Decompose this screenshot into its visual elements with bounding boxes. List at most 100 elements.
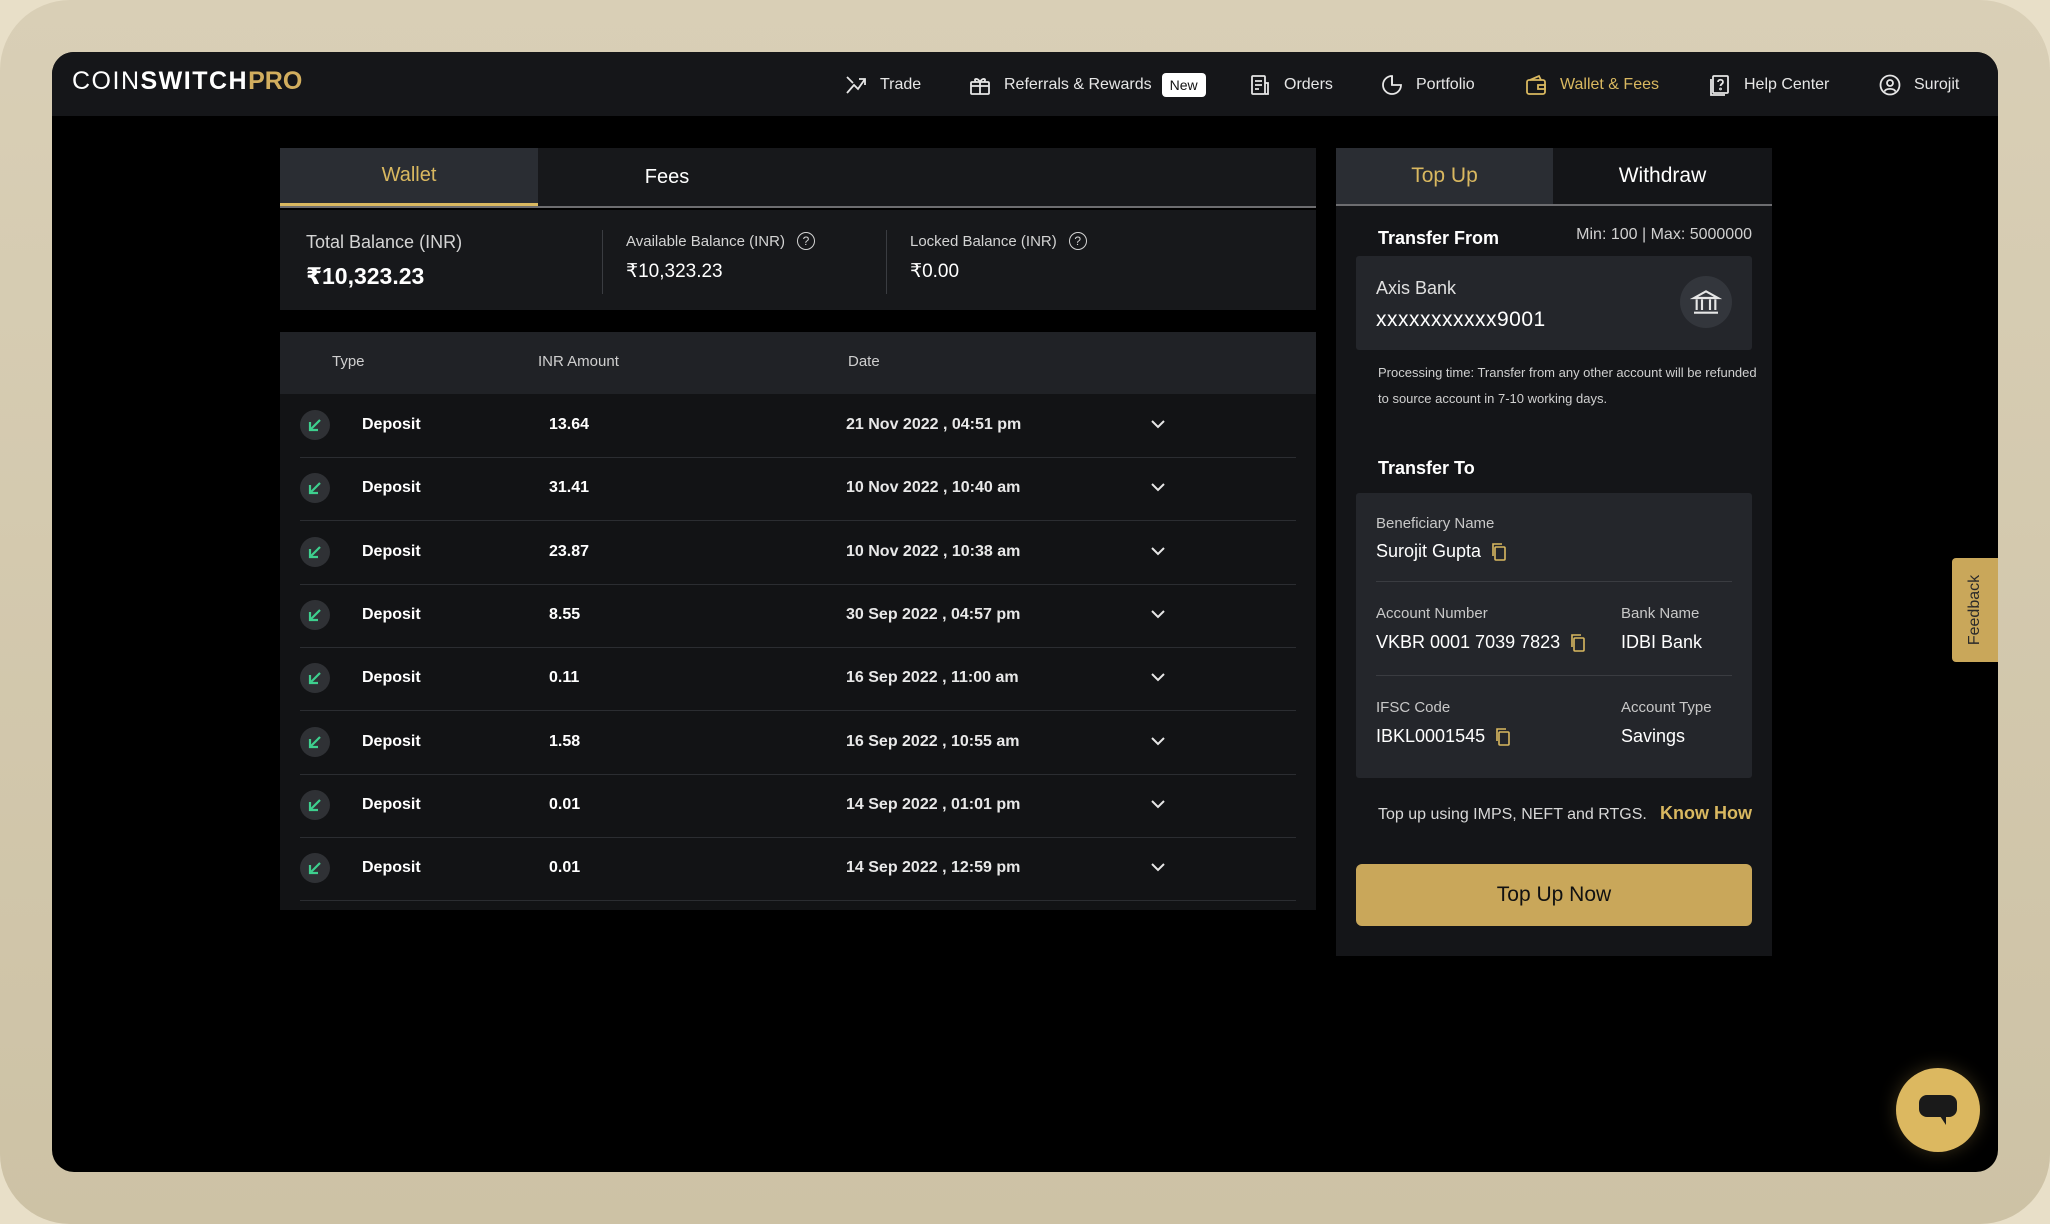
nav-orders-label: Orders — [1284, 76, 1333, 93]
nav-trade[interactable]: Trade — [844, 70, 921, 100]
deposit-arrow-icon — [300, 473, 330, 504]
deposit-arrow-icon — [300, 726, 330, 757]
chevron-down-icon[interactable] — [1148, 604, 1168, 624]
source-bank-account: xxxxxxxxxxx9001 — [1376, 308, 1546, 331]
row-amount: 0.01 — [549, 795, 581, 813]
table-row[interactable]: Deposit 31.41 10 Nov 2022 , 10:40 am — [300, 457, 1296, 522]
balance-summary: Total Balance (INR) ₹10,323.23 Available… — [280, 210, 1316, 310]
wallet-fees-tabs: Wallet Fees — [280, 148, 1316, 208]
table-row[interactable]: Deposit 1.58 16 Sep 2022 , 10:55 am — [300, 711, 1296, 775]
nav-referrals[interactable]: Referrals & Rewards New — [968, 70, 1206, 100]
pie-chart-icon — [1380, 73, 1404, 97]
total-balance: Total Balance (INR) ₹10,323.23 — [306, 232, 462, 290]
nav-wallet-fees-label: Wallet & Fees — [1560, 76, 1659, 93]
deposit-arrow-icon — [300, 853, 330, 884]
row-type: Deposit — [362, 479, 421, 497]
divider — [1376, 581, 1732, 582]
chevron-down-icon[interactable] — [1148, 667, 1168, 687]
logo-text-bold: SWITCH — [140, 67, 249, 95]
transfer-from-title: Transfer From — [1378, 228, 1500, 248]
table-row[interactable]: Deposit 0.11 16 Sep 2022 , 11:00 am — [300, 647, 1296, 712]
row-date: 14 Sep 2022 , 12:59 pm — [846, 859, 1021, 877]
row-amount: 8.55 — [549, 605, 581, 623]
account-number-value: VKBR 0001 7039 7823 — [1376, 632, 1561, 652]
row-type: Deposit — [362, 859, 421, 877]
ifsc-row: IBKL0001545 — [1376, 726, 1511, 747]
locked-balance: Locked Balance (INR) ? ₹0.00 — [910, 232, 1087, 283]
row-amount: 0.11 — [549, 669, 580, 687]
row-type: Deposit — [362, 795, 421, 813]
chevron-down-icon[interactable] — [1148, 414, 1168, 434]
chevron-down-icon[interactable] — [1148, 794, 1168, 814]
top-up-now-button[interactable]: Top Up Now — [1356, 864, 1752, 926]
row-type: Deposit — [362, 605, 421, 623]
row-date: 10 Nov 2022 , 10:40 am — [846, 479, 1021, 497]
table-row[interactable]: Deposit 13.64 21 Nov 2022 , 04:51 pm — [300, 394, 1296, 458]
table-row[interactable]: Deposit 0.01 14 Sep 2022 , 12:59 pm — [300, 837, 1296, 902]
account-number-row: VKBR 0001 7039 7823 — [1376, 632, 1586, 653]
table-row[interactable]: Deposit 8.55 30 Sep 2022 , 04:57 pm — [300, 584, 1296, 648]
divider — [1376, 675, 1732, 676]
help-circle-icon[interactable]: ? — [1068, 232, 1087, 250]
deposit-arrow-icon — [300, 599, 330, 630]
feedback-tab[interactable]: Feedback — [1952, 558, 1998, 662]
coinswitch-logo[interactable]: COINSWITCHPRO — [72, 67, 302, 96]
tab-withdraw[interactable]: Withdraw — [1553, 148, 1772, 204]
nav-user-profile[interactable]: Surojit — [1878, 70, 1959, 100]
bank-name-value: IDBI Bank — [1621, 632, 1703, 652]
row-date: 14 Sep 2022 , 01:01 pm — [846, 795, 1021, 813]
nav-portfolio[interactable]: Portfolio — [1380, 70, 1475, 100]
table-row[interactable]: Deposit 23.87 10 Nov 2022 , 10:38 am — [300, 521, 1296, 585]
chevron-down-icon[interactable] — [1148, 857, 1168, 877]
bank-icon — [1680, 276, 1732, 328]
trade-icon — [844, 73, 868, 97]
source-bank-name: Axis Bank — [1376, 278, 1457, 298]
nav-wallet-fees[interactable]: Wallet & Fees — [1524, 70, 1659, 100]
tab-top-up[interactable]: Top Up — [1336, 148, 1553, 204]
min-max-limits: Min: 100 | Max: 5000000 — [1576, 226, 1752, 243]
transfer-to-title: Transfer To — [1378, 458, 1475, 478]
tab-wallet[interactable]: Wallet — [280, 148, 538, 206]
copy-icon[interactable] — [1495, 727, 1511, 746]
ifsc-label: IFSC Code — [1376, 699, 1451, 716]
tab-top-up-label: Top Up — [1411, 164, 1478, 187]
row-date: 16 Sep 2022 , 10:55 am — [846, 732, 1020, 750]
row-type: Deposit — [362, 669, 421, 687]
row-date: 21 Nov 2022 , 04:51 pm — [846, 416, 1022, 433]
nav-portfolio-label: Portfolio — [1416, 76, 1475, 93]
beneficiary-row: Surojit Gupta — [1376, 541, 1507, 562]
row-amount: 1.58 — [549, 732, 581, 750]
row-date: 30 Sep 2022 , 04:57 pm — [846, 605, 1021, 623]
source-bank-card[interactable]: Axis Bank xxxxxxxxxxx9001 — [1356, 256, 1752, 350]
feedback-label: Feedback — [1966, 574, 1984, 646]
app-screen: COINSWITCHPRO Trade Referrals & Rewards … — [52, 52, 1998, 1172]
help-circle-icon[interactable]: ? — [796, 232, 815, 250]
table-row[interactable]: Deposit 0.01 14 Sep 2022 , 01:01 pm — [300, 774, 1296, 838]
new-badge: New — [1161, 73, 1206, 97]
tab-wallet-label: Wallet — [381, 164, 437, 186]
deposit-arrow-icon — [300, 663, 330, 694]
deposit-arrow-icon — [300, 536, 330, 567]
know-how-link[interactable]: Know How — [1660, 803, 1752, 824]
chat-bubble-icon[interactable] — [1896, 1068, 1980, 1152]
locked-balance-value: ₹0.00 — [910, 261, 960, 282]
chevron-down-icon[interactable] — [1148, 731, 1168, 751]
nav-orders[interactable]: Orders — [1248, 70, 1333, 100]
gift-icon — [968, 73, 992, 97]
header-amount: INR Amount — [538, 353, 619, 370]
bank-name-label: Bank Name — [1621, 605, 1700, 622]
processing-note: Processing time: Transfer from any other… — [1378, 365, 1757, 406]
topup-withdraw-tabs: Top Up Withdraw — [1336, 148, 1772, 206]
copy-icon[interactable] — [1491, 542, 1507, 561]
nav-user-label: Surojit — [1914, 76, 1960, 93]
chevron-down-icon[interactable] — [1148, 541, 1168, 561]
tab-fees[interactable]: Fees — [538, 148, 796, 206]
table-header: Type INR Amount Date — [280, 332, 1316, 394]
chevron-down-icon[interactable] — [1148, 477, 1168, 497]
chat-icon — [1919, 1095, 1957, 1125]
copy-icon[interactable] — [1570, 633, 1586, 652]
deposit-arrow-icon — [300, 410, 330, 440]
nav-help-center[interactable]: Help Center — [1708, 70, 1829, 100]
total-balance-value: ₹10,323.23 — [306, 263, 425, 289]
user-icon — [1878, 73, 1902, 97]
